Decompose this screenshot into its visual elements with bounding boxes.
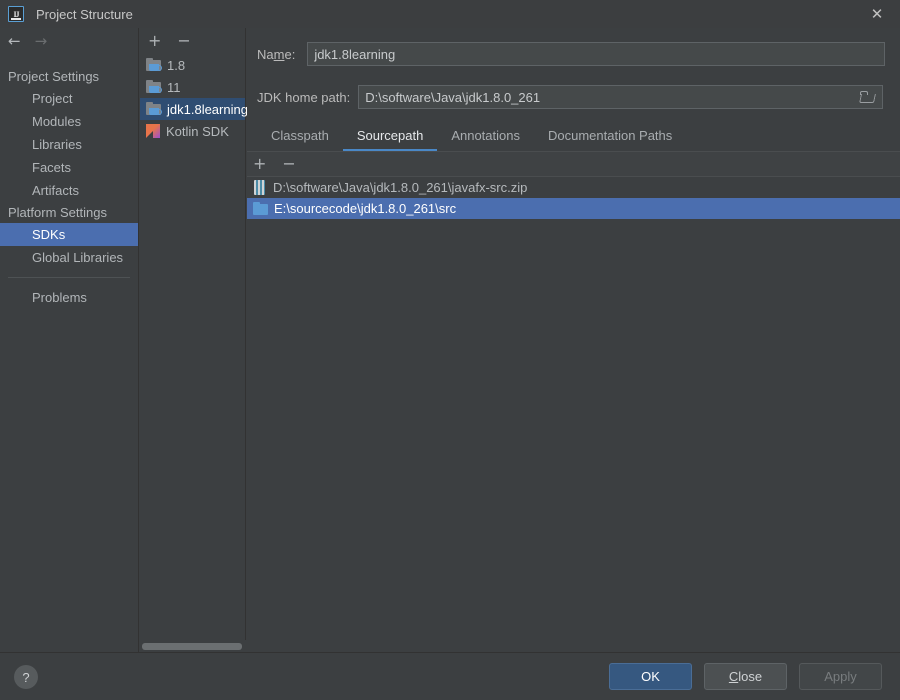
sdk-list-panel: + − 1.8 11 jdk1.8learning Kotlin SDK bbox=[140, 28, 246, 652]
sidebar-item-global-libraries[interactable]: Global Libraries bbox=[0, 246, 138, 269]
add-path-icon[interactable]: + bbox=[253, 156, 266, 172]
remove-sdk-icon[interactable]: − bbox=[177, 33, 190, 49]
tab-sourcepath[interactable]: Sourcepath bbox=[343, 123, 438, 151]
kotlin-icon bbox=[146, 124, 160, 138]
list-item[interactable]: D:\software\Java\jdk1.8.0_261\javafx-src… bbox=[247, 177, 900, 198]
sdk-name-value: jdk1.8learning bbox=[314, 47, 395, 62]
intellij-idea-icon: IJ bbox=[8, 6, 24, 22]
navigation-bar: ← → bbox=[0, 28, 138, 54]
sdk-detail-panel: Name: jdk1.8learning JDK home path: D:\s… bbox=[247, 28, 900, 652]
sdk-name-input[interactable]: jdk1.8learning bbox=[307, 42, 885, 66]
folder-browse-icon[interactable] bbox=[860, 90, 876, 104]
settings-sidebar: ← → Project Settings Project Modules Lib… bbox=[0, 28, 139, 652]
jdk-home-path-label: JDK home path: bbox=[257, 90, 350, 105]
tab-documentation-paths[interactable]: Documentation Paths bbox=[534, 123, 686, 151]
jdk-folder-icon bbox=[146, 102, 162, 116]
add-sdk-icon[interactable]: + bbox=[148, 33, 161, 49]
close-button[interactable]: Close bbox=[704, 663, 787, 690]
sidebar-item-libraries[interactable]: Libraries bbox=[0, 133, 138, 156]
sidebar-item-problems[interactable]: Problems bbox=[0, 286, 138, 309]
archive-icon bbox=[253, 180, 267, 195]
window-title: Project Structure bbox=[36, 7, 133, 22]
tab-classpath[interactable]: Classpath bbox=[257, 123, 343, 151]
jdk-home-path-input[interactable]: D:\software\Java\jdk1.8.0_261 bbox=[358, 85, 883, 109]
settings-tree: Project Settings Project Modules Librari… bbox=[0, 66, 138, 309]
home-path-field-row: JDK home path: D:\software\Java\jdk1.8.0… bbox=[247, 85, 900, 109]
project-structure-dialog: IJ Project Structure ✕ ← → Project Setti… bbox=[0, 0, 900, 700]
sidebar-item-facets[interactable]: Facets bbox=[0, 156, 138, 179]
sdk-list-horizontal-scrollbar[interactable] bbox=[140, 640, 246, 652]
name-label: Name: bbox=[257, 47, 295, 62]
sidebar-item-project[interactable]: Project bbox=[0, 87, 138, 110]
sdk-label: 11 bbox=[167, 80, 181, 95]
list-item[interactable]: E:\sourcecode\jdk1.8.0_261\src bbox=[247, 198, 900, 219]
sdk-list-toolbar: + − bbox=[140, 28, 245, 54]
sidebar-item-modules[interactable]: Modules bbox=[0, 110, 138, 133]
sourcepath-list: D:\software\Java\jdk1.8.0_261\javafx-src… bbox=[247, 177, 900, 219]
sdk-label: jdk1.8learning bbox=[167, 102, 248, 117]
list-item[interactable]: Kotlin SDK bbox=[140, 120, 245, 142]
close-icon[interactable]: ✕ bbox=[854, 0, 900, 28]
jdk-home-path-value: D:\software\Java\jdk1.8.0_261 bbox=[365, 90, 540, 105]
list-item[interactable]: jdk1.8learning bbox=[140, 98, 245, 120]
sdk-label: Kotlin SDK bbox=[166, 124, 229, 139]
jdk-folder-icon bbox=[146, 58, 162, 72]
sidebar-divider bbox=[8, 277, 130, 278]
forward-arrow-icon: → bbox=[35, 34, 48, 49]
tree-group-platform-settings: Platform Settings bbox=[0, 202, 138, 223]
dialog-footer: ? OK Close Apply bbox=[0, 652, 900, 700]
path-label: E:\sourcecode\jdk1.8.0_261\src bbox=[274, 201, 456, 216]
apply-button: Apply bbox=[799, 663, 882, 690]
jdk-folder-icon bbox=[146, 80, 162, 94]
help-icon[interactable]: ? bbox=[14, 665, 38, 689]
title-bar: IJ Project Structure ✕ bbox=[0, 0, 900, 28]
paths-toolbar: + − bbox=[247, 152, 900, 177]
scrollbar-thumb[interactable] bbox=[142, 643, 242, 650]
sidebar-item-sdks[interactable]: SDKs bbox=[0, 223, 138, 246]
back-arrow-icon[interactable]: ← bbox=[8, 34, 21, 49]
path-label: D:\software\Java\jdk1.8.0_261\javafx-src… bbox=[273, 180, 527, 195]
path-tabs: Classpath Sourcepath Annotations Documen… bbox=[247, 123, 900, 151]
list-item[interactable]: 1.8 bbox=[140, 54, 245, 76]
list-item[interactable]: 11 bbox=[140, 76, 245, 98]
name-field-row: Name: jdk1.8learning bbox=[247, 42, 900, 66]
ok-button[interactable]: OK bbox=[609, 663, 692, 690]
dialog-buttons: OK Close Apply bbox=[609, 663, 882, 690]
tree-group-project-settings: Project Settings bbox=[0, 66, 138, 87]
sidebar-item-artifacts[interactable]: Artifacts bbox=[0, 179, 138, 202]
sdk-list: 1.8 11 jdk1.8learning Kotlin SDK bbox=[140, 54, 245, 142]
sdk-label: 1.8 bbox=[167, 58, 185, 73]
remove-path-icon[interactable]: − bbox=[282, 156, 295, 172]
folder-icon bbox=[253, 202, 268, 215]
tab-annotations[interactable]: Annotations bbox=[437, 123, 534, 151]
